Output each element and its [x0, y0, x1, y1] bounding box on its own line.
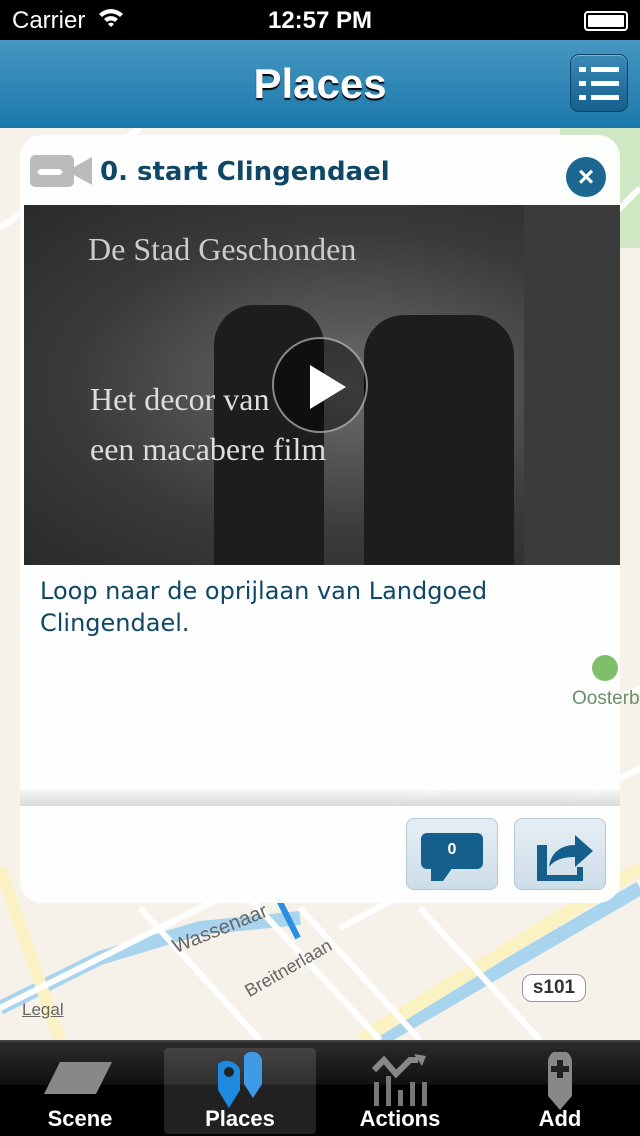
- place-title: 0. start Clingendael: [100, 157, 390, 187]
- divider: [20, 790, 620, 806]
- video-frame-figure: [364, 315, 514, 565]
- tab-scene[interactable]: Scene: [4, 1048, 156, 1134]
- comments-button[interactable]: 0: [406, 818, 498, 890]
- tab-bar: Scene Places Actions Add: [0, 1040, 640, 1136]
- place-description: Loop naar de oprijlaan van Landgoed Clin…: [40, 577, 488, 637]
- share-icon: [537, 835, 593, 881]
- place-detail-card: 0. start Clingendael × De Stad Geschonde…: [20, 135, 620, 903]
- navigation-bar: Places: [0, 40, 640, 128]
- video-caption: Het decor van: [90, 381, 270, 417]
- tab-places[interactable]: Places: [164, 1048, 316, 1134]
- video-frame-wall: [524, 205, 620, 565]
- video-camera-icon: [30, 155, 92, 187]
- close-icon: ×: [577, 161, 595, 192]
- scene-icon: [44, 1062, 112, 1094]
- battery-icon: [584, 11, 628, 31]
- page-title: Places: [253, 60, 387, 107]
- tab-actions[interactable]: Actions: [324, 1048, 476, 1134]
- area-label: Oosterbe: [572, 688, 640, 709]
- comment-bubble-icon: 0: [421, 833, 483, 881]
- road-shield: s101: [522, 974, 586, 1002]
- close-button[interactable]: ×: [566, 157, 606, 197]
- add-pin-icon: [548, 1052, 572, 1110]
- comment-count: 0: [447, 841, 457, 858]
- play-button[interactable]: [272, 337, 368, 433]
- video-player[interactable]: De Stad Geschonden Het decor van een mac…: [24, 205, 620, 565]
- list-view-button[interactable]: [570, 54, 628, 112]
- share-button[interactable]: [514, 818, 606, 890]
- video-caption: een macabere film: [90, 431, 327, 467]
- video-caption: De Stad Geschonden: [88, 231, 357, 267]
- status-bar: Carrier 12:57 PM: [0, 0, 640, 40]
- tab-add[interactable]: Add: [484, 1048, 636, 1134]
- park-icon: [592, 655, 618, 681]
- actions-chart-icon: [371, 1054, 427, 1106]
- clock: 12:57 PM: [267, 7, 373, 34]
- places-pins-icon: [218, 1052, 262, 1108]
- legal-link[interactable]: Legal: [22, 1000, 64, 1020]
